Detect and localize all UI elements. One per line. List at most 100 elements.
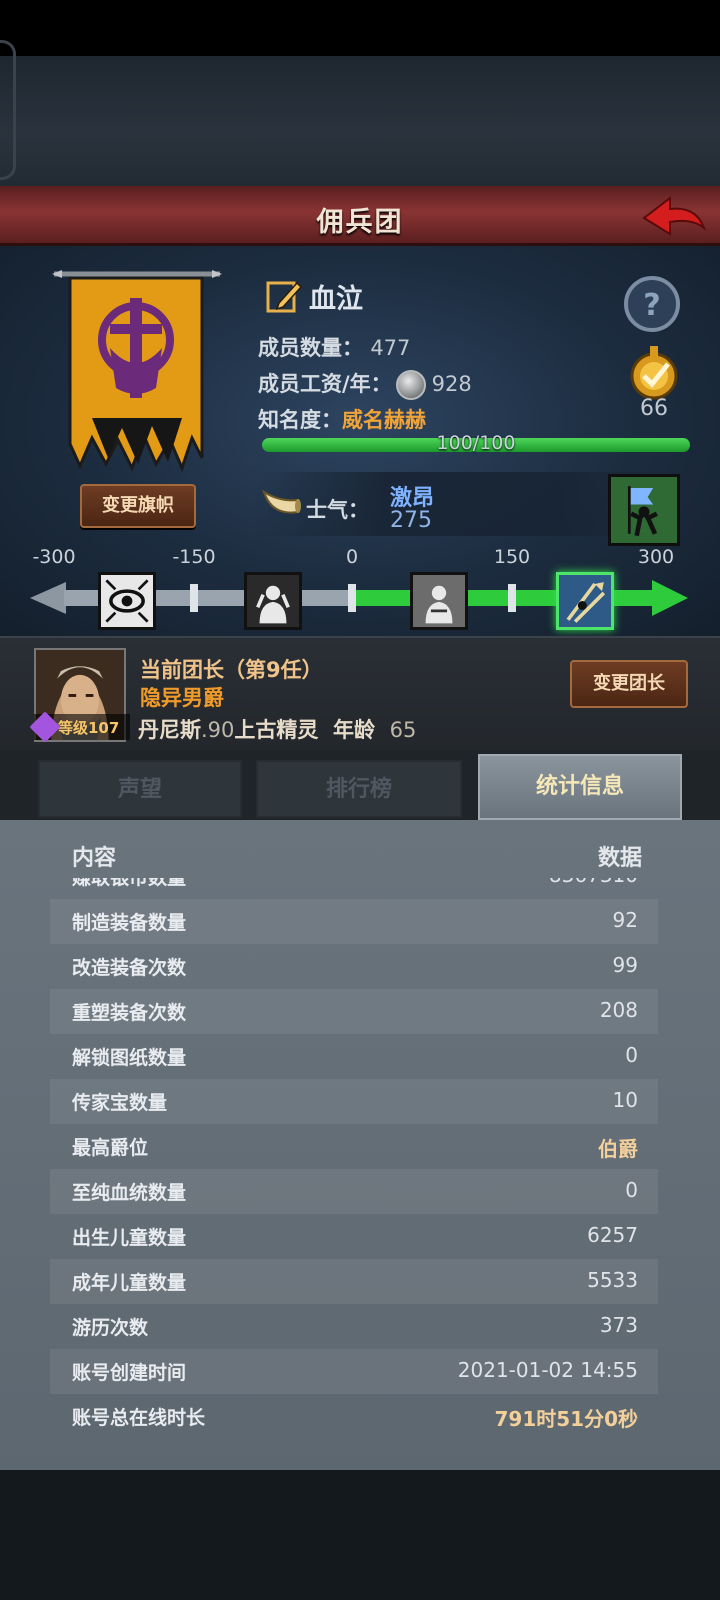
salary-row: 成员工资/年： 928 (258, 368, 472, 400)
table-row: 赚取银币数量 8367310 (50, 878, 658, 899)
leader-info: 丹尼斯.90上古精灵 年龄 65 (138, 714, 416, 744)
edge-decoration (0, 40, 16, 180)
page-title: 佣兵团 (316, 207, 404, 238)
stat-label: 至纯血统数量 (72, 1182, 187, 1204)
svg-text:?: ? (643, 288, 660, 323)
fame-value: 威名赫赫 (342, 408, 426, 432)
table-row: 至纯血统数量 0 (50, 1169, 658, 1214)
morale-value: 275 (390, 508, 432, 533)
members-label: 成员数量： (258, 336, 363, 360)
stat-value: 92 (612, 908, 638, 932)
leader-level-tag: 等级107 (29, 711, 130, 743)
table-row: 传家宝数量 10 (50, 1079, 658, 1124)
stats-list[interactable]: 赚取银币数量 8367310 制造装备数量 92 改造装备次数 99 重塑装备次数 208 解锁… (50, 878, 658, 1438)
stat-value: 8367310 (549, 878, 638, 887)
stat-label: 最高爵位 (72, 1137, 149, 1159)
status-bar-area (0, 0, 720, 56)
members-row: 成员数量： 477 (258, 332, 410, 362)
sword-icon (29, 711, 61, 743)
morale-high-icon[interactable] (556, 572, 614, 630)
table-row: 制造装备数量 92 (50, 899, 658, 944)
stat-value: 99 (612, 953, 638, 977)
edit-name-icon[interactable] (265, 277, 303, 315)
stat-value: 2021-01-02 14:55 (457, 1358, 638, 1382)
horn-icon (262, 489, 301, 514)
title-bar: 佣兵团 (0, 186, 720, 246)
change-banner-button[interactable]: 变更旗帜 (80, 484, 196, 528)
leader-name: 丹尼斯 (138, 718, 201, 742)
leader-name-number: .90 (201, 718, 235, 742)
fame-label: 知名度： (258, 408, 342, 432)
members-value: 477 (370, 336, 411, 360)
stat-label: 改造装备次数 (72, 957, 187, 979)
column-content-header: 内容 (72, 846, 117, 871)
table-row: 解锁图纸数量 0 (50, 1034, 658, 1079)
tab-reputation[interactable]: 声望 (38, 760, 242, 818)
stat-label: 账号创建时间 (72, 1362, 187, 1384)
stat-value: 10 (612, 1088, 638, 1112)
change-leader-button[interactable]: 变更团长 (570, 660, 688, 708)
leader-panel: 等级107 当前团长（第9任） 隐异男爵 丹尼斯.90上古精灵 年龄 65 变更… (0, 636, 720, 750)
morale-low-icon[interactable] (244, 572, 302, 630)
stat-value: 0 (625, 1043, 638, 1067)
morale-label: 士气： (306, 498, 369, 522)
scale-tick-label: 0 (345, 546, 359, 568)
table-row: 游历次数 373 (50, 1304, 658, 1349)
morale-scale: -300 -150 0 150 300 (30, 546, 696, 630)
table-row: 重塑装备次数 208 (50, 989, 658, 1034)
morale-despair-icon[interactable] (98, 572, 156, 630)
column-data-header: 数据 (597, 846, 642, 871)
stat-label: 重塑装备次数 (72, 1002, 187, 1024)
leader-age: 65 (389, 718, 417, 742)
tab-bar: 声望 排行榜 统计信息 (0, 750, 720, 820)
top-background (0, 56, 720, 186)
scale-tick-label: -150 (172, 546, 216, 568)
table-row: 最高爵位 伯爵 (50, 1124, 658, 1169)
morale-calm-icon[interactable] (410, 572, 468, 630)
stat-value: 0 (625, 1178, 638, 1202)
guild-name-row: 血泣 (265, 276, 363, 316)
stat-value: 208 (599, 998, 638, 1022)
stats-header: 内容 数据 (50, 836, 670, 876)
leader-title: 当前团长（第9任） (140, 658, 323, 682)
stat-label: 赚取银币数量 (72, 878, 187, 889)
help-icon[interactable]: ? (622, 274, 682, 334)
stat-label: 游历次数 (72, 1317, 149, 1339)
badge-value: 66 (640, 396, 668, 421)
tab-leaderboard[interactable]: 排行榜 (256, 760, 462, 818)
stat-value: 5533 (587, 1268, 638, 1292)
fame-row: 知名度：威名赫赫 (258, 404, 426, 434)
salary-label: 成员工资/年： (258, 372, 392, 396)
stat-label: 成年儿童数量 (72, 1272, 187, 1294)
tab-statistics[interactable]: 统计信息 (478, 754, 682, 820)
table-row: 成年儿童数量 5533 (50, 1259, 658, 1304)
stat-label: 传家宝数量 (72, 1092, 168, 1114)
table-row: 账号创建时间 2021-01-02 14:55 (50, 1349, 658, 1394)
stat-label: 制造装备数量 (72, 912, 187, 934)
guild-name: 血泣 (309, 283, 363, 315)
stat-value: 373 (599, 1313, 638, 1337)
scale-tick-label: 150 (493, 546, 531, 568)
fame-progress-text: 100/100 (436, 432, 516, 454)
stat-value: 791时51分0秒 (494, 1407, 639, 1431)
table-row: 改造装备次数 99 (50, 944, 658, 989)
stat-label: 出生儿童数量 (72, 1227, 187, 1249)
scale-tick-label: -300 (32, 546, 76, 568)
bottom-background (0, 1470, 720, 1600)
back-arrow-icon[interactable] (640, 194, 708, 240)
statistics-panel: 内容 数据 赚取银币数量 8367310 制造装备数量 92 改造装备次数 99 重塑装备次… (0, 820, 720, 1470)
guild-info-panel: 变更旗帜 血泣 ? 成员数量： 477 成员工资/年： 928 知名度：威名赫赫 … (0, 246, 720, 636)
guild-banner[interactable] (52, 268, 222, 478)
leader-race: 上古精灵 (234, 718, 319, 742)
stat-label: 账号总在线时长 (72, 1407, 206, 1429)
stat-label: 解锁图纸数量 (72, 1047, 187, 1069)
leader-rank: 隐异男爵 (140, 686, 224, 710)
silver-coin-icon (395, 370, 426, 400)
salary-value: 928 (431, 372, 472, 396)
table-row: 出生儿童数量 6257 (50, 1214, 658, 1259)
scale-tick-label: 300 (637, 546, 675, 568)
morale-rally-icon[interactable] (608, 474, 680, 546)
leader-age-label: 年龄 (333, 718, 376, 742)
stat-value: 伯爵 (598, 1137, 638, 1161)
table-row: 账号总在线时长 791时51分0秒 (50, 1394, 658, 1438)
